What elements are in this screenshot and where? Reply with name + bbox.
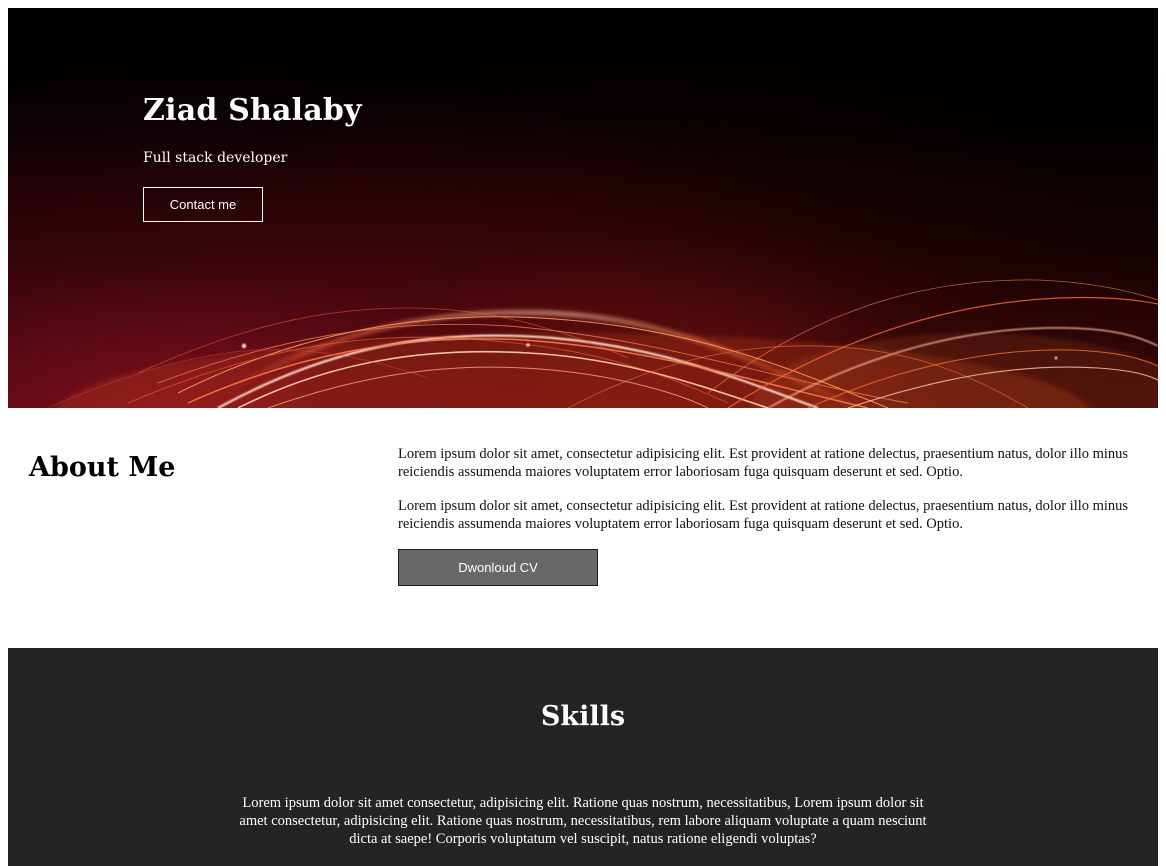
skills-description: Lorem ipsum dolor sit amet consectetur, … <box>239 795 927 847</box>
skills-heading: Skills <box>540 701 626 732</box>
about-heading: About Me <box>29 452 176 483</box>
hero-role: Full stack developer <box>143 150 288 166</box>
hero-section: Ziad Shalaby Full stack developer Contac… <box>8 8 1158 408</box>
skills-section: Skills Lorem ipsum dolor sit amet consec… <box>8 648 1158 866</box>
hero-name: Ziad Shalaby <box>143 93 362 128</box>
about-paragraph: Lorem ipsum dolor sit amet, consectetur … <box>398 498 1129 532</box>
about-paragraph: Lorem ipsum dolor sit amet, consectetur … <box>398 446 1129 480</box>
contact-me-button[interactable]: Contact me <box>143 187 263 222</box>
about-text-column: Lorem ipsum dolor sit amet, consectetur … <box>398 445 1142 586</box>
download-cv-button[interactable]: Dwonloud CV <box>398 549 598 586</box>
portfolio-page: Ziad Shalaby Full stack developer Contac… <box>8 8 1158 866</box>
about-section: About Me Lorem ipsum dolor sit amet, con… <box>8 408 1158 648</box>
hero-content: Ziad Shalaby Full stack developer Contac… <box>143 90 563 222</box>
